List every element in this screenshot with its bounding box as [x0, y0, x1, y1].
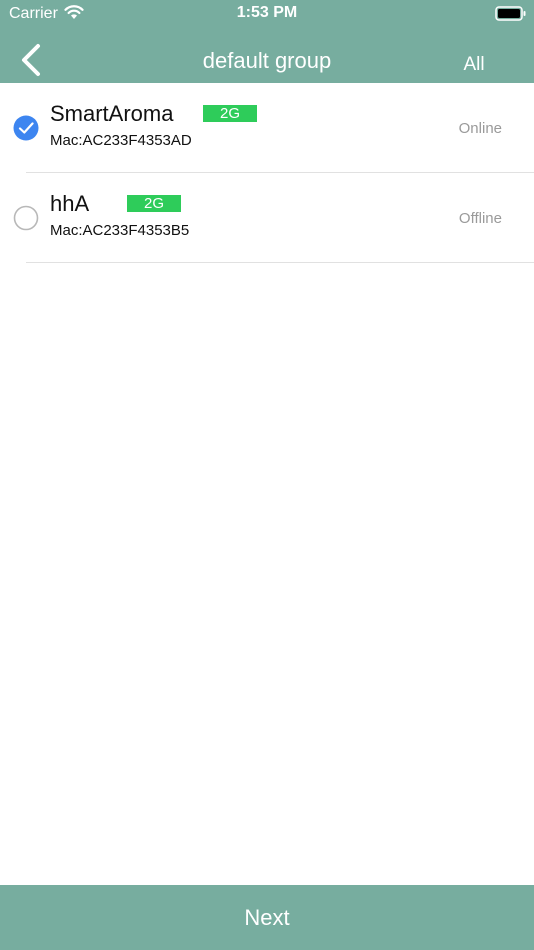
- page-title: default group: [202, 48, 332, 73]
- row-divider: [26, 262, 534, 263]
- device-name: hhA: [50, 191, 90, 216]
- device-name: SmartAroma: [50, 101, 174, 126]
- clock: 1:53 PM: [236, 4, 298, 21]
- nav-bar: default group All: [0, 28, 534, 83]
- checked-circle-icon[interactable]: [13, 115, 39, 141]
- header: Carrier 1:53 PM default group All: [0, 0, 534, 83]
- select-all-button[interactable]: All: [463, 54, 484, 76]
- battery-icon: [495, 6, 526, 21]
- band-badge: 2G: [203, 105, 257, 122]
- mac-address: Mac:AC233F4353B5: [50, 222, 190, 239]
- band-badge: 2G: [127, 195, 181, 212]
- status-bar: Carrier 1:53 PM: [0, 0, 534, 28]
- mac-address: Mac:AC233F4353AD: [50, 132, 192, 149]
- device-status: Online: [458, 120, 502, 137]
- device-row[interactable]: SmartAroma 2G Mac:AC233F4353AD Online: [0, 83, 534, 173]
- next-button[interactable]: Next: [0, 885, 534, 950]
- device-list: SmartAroma 2G Mac:AC233F4353AD Online hh…: [0, 83, 534, 263]
- device-row[interactable]: hhA 2G Mac:AC233F4353B5 Offline: [0, 173, 534, 263]
- unchecked-circle-icon[interactable]: [13, 205, 39, 231]
- device-status: Offline: [458, 210, 502, 227]
